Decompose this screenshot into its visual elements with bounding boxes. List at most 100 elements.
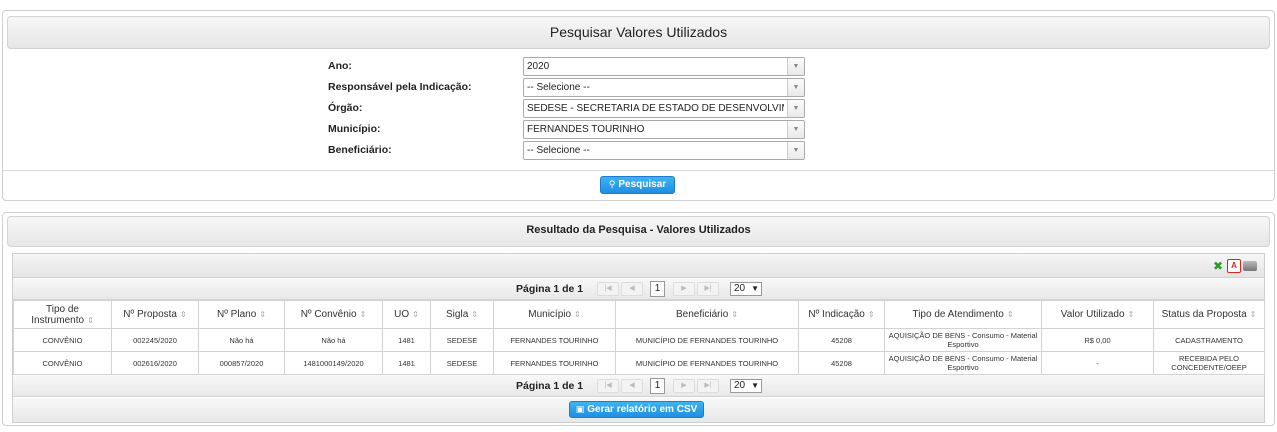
page-input[interactable]: 1: [650, 281, 665, 297]
grid-toolbar: ✖ A: [13, 254, 1264, 278]
chevron-down-icon: ▼: [787, 58, 804, 75]
column-header[interactable]: Nº Proposta ⇕: [111, 300, 199, 329]
table-cell: 1481: [382, 351, 431, 375]
csv-button-label: Gerar relatório em CSV: [587, 404, 698, 415]
beneficiario-select-value: -- Selecione --: [527, 145, 590, 156]
grid-footer: ▣ Gerar relatório em CSV: [13, 398, 1264, 422]
sort-icon: ⇕: [1006, 310, 1014, 319]
table-cell: 000857/2020: [198, 351, 285, 375]
table-cell: AQUISIÇÃO DE BENS - Consumo - Material E…: [884, 328, 1042, 352]
chevron-down-icon: ▼: [787, 121, 804, 138]
pager-text: Página 1 de 1: [516, 380, 584, 392]
csv-icon: ▣: [575, 404, 585, 414]
table-cell: R$ 0,00: [1041, 328, 1154, 352]
sort-icon: ⇕: [731, 310, 738, 319]
page-size-select[interactable]: 20 ▼: [730, 282, 762, 296]
last-page-button[interactable]: ▶|: [697, 379, 719, 393]
chevron-down-icon: ▼: [787, 79, 804, 96]
responsavel-select[interactable]: -- Selecione -- ▼: [523, 78, 805, 97]
ano-label: Ano:: [328, 60, 352, 72]
search-button-label: Pesquisar: [618, 179, 667, 190]
first-page-button[interactable]: |◀: [597, 282, 619, 296]
chevron-down-icon: ▼: [751, 284, 759, 293]
first-page-button[interactable]: |◀: [597, 379, 619, 393]
sort-icon: ⇕: [412, 310, 419, 319]
header-row: Tipo de Instrumento ⇕ Nº Proposta ⇕ Nº Pla…: [13, 300, 1265, 329]
orgao-select-value: SEDESE - SECRETARIA DE ESTADO DE DESENVO…: [527, 103, 784, 114]
orgao-select[interactable]: SEDESE - SECRETARIA DE ESTADO DE DESENVO…: [523, 99, 805, 118]
prev-page-button[interactable]: ◀: [621, 282, 643, 296]
search-panel: Pesquisar Valores Utilizados Ano: 2020 ▼…: [2, 10, 1275, 201]
pager-text: Página 1 de 1: [516, 283, 584, 295]
column-header[interactable]: Sigla ⇕: [430, 300, 494, 329]
municipio-select-value: FERNANDES TOURINHO: [527, 124, 645, 135]
table-cell: CONVÊNIO: [13, 351, 112, 375]
table-cell: SEDESE: [430, 328, 494, 352]
result-panel: Resultado da Pesquisa - Valores Utilizad…: [2, 212, 1275, 426]
sort-icon: ⇕: [867, 310, 875, 319]
sort-icon: ⇕: [471, 310, 478, 319]
sort-icon: ⇕: [87, 315, 94, 325]
table-cell: 45208: [798, 328, 885, 352]
sort-icon: ⇕: [1249, 310, 1257, 319]
column-header[interactable]: Valor Utilizado ⇕: [1041, 300, 1154, 329]
responsavel-select-value: -- Selecione --: [527, 82, 590, 93]
table-cell: Não há: [198, 328, 285, 352]
column-header[interactable]: Beneficiário ⇕: [615, 300, 799, 329]
sort-icon: ⇕: [259, 310, 266, 319]
table-cell: SEDESE: [430, 351, 494, 375]
table-cell: Não há: [284, 328, 383, 352]
municipio-select[interactable]: FERNANDES TOURINHO ▼: [523, 120, 805, 139]
responsavel-label: Responsável pela Indicação:: [328, 81, 472, 93]
beneficiario-select[interactable]: -- Selecione -- ▼: [523, 141, 805, 160]
table-cell: AQUISIÇÃO DE BENS - Consumo - Material E…: [884, 351, 1042, 375]
print-icon[interactable]: [1243, 261, 1257, 271]
column-header[interactable]: Município ⇕: [493, 300, 616, 329]
table-row[interactable]: CONVÊNIO 002616/2020 000857/2020 1481000…: [13, 351, 1265, 375]
next-page-button[interactable]: ▶: [673, 379, 695, 393]
table-cell: 002245/2020: [111, 328, 199, 352]
page-title: Pesquisar Valores Utilizados: [549, 24, 728, 40]
table-cell: CONVÊNIO: [13, 328, 112, 352]
table-cell: 1481: [382, 328, 431, 352]
page-input[interactable]: 1: [650, 378, 665, 394]
chevron-down-icon: ▼: [751, 381, 759, 390]
pdf-export-icon[interactable]: A: [1227, 259, 1241, 273]
results-table: Tipo de Instrumento ⇕ Nº Proposta ⇕ Nº Pla…: [13, 300, 1265, 375]
search-button[interactable]: ⚲ Pesquisar: [600, 176, 675, 194]
excel-export-icon[interactable]: ✖: [1211, 259, 1225, 273]
last-page-button[interactable]: ▶|: [697, 282, 719, 296]
ano-select[interactable]: 2020 ▼: [523, 57, 805, 76]
csv-report-button[interactable]: ▣ Gerar relatório em CSV: [569, 401, 704, 418]
column-header[interactable]: Tipo de Atendimento ⇕: [884, 300, 1042, 329]
table-cell: FERNANDES TOURINHO: [493, 328, 616, 352]
sort-icon: ⇕: [574, 310, 581, 319]
page-size-value: 20: [734, 283, 746, 294]
table-cell: MUNICÍPIO DE FERNANDES TOURINHO: [615, 351, 799, 375]
table-cell: 002616/2020: [111, 351, 199, 375]
divider: [3, 170, 1274, 171]
pager-bottom: Página 1 de 1 |◀ ◀ 1 ▶ ▶| 20 ▼: [13, 375, 1264, 397]
column-header[interactable]: Nº Convênio ⇕: [284, 300, 383, 329]
table-cell: 1481000149/2020: [284, 351, 383, 375]
pager-top: Página 1 de 1 |◀ ◀ 1 ▶ ▶| 20 ▼: [13, 278, 1264, 300]
sort-icon: ⇕: [359, 310, 367, 319]
result-title: Resultado da Pesquisa - Valores Utilizad…: [526, 224, 751, 236]
result-header: Resultado da Pesquisa - Valores Utilizad…: [7, 216, 1270, 247]
page-size-select[interactable]: 20 ▼: [730, 379, 762, 393]
column-header[interactable]: Nº Indicação ⇕: [798, 300, 885, 329]
prev-page-button[interactable]: ◀: [621, 379, 643, 393]
chevron-down-icon: ▼: [787, 142, 804, 159]
table-row[interactable]: CONVÊNIO 002245/2020 Não há Não há 1481 …: [13, 328, 1265, 352]
table-cell: FERNANDES TOURINHO: [493, 351, 616, 375]
table-cell: 45208: [798, 351, 885, 375]
column-header[interactable]: Tipo de Instrumento ⇕: [13, 300, 112, 329]
next-page-button[interactable]: ▶: [673, 282, 695, 296]
table-cell: MUNICÍPIO DE FERNANDES TOURINHO: [615, 328, 799, 352]
column-header[interactable]: Status da Proposta ⇕: [1153, 300, 1265, 329]
results-grid: ✖ A Página 1 de 1 |◀ ◀ 1 ▶ ▶| 20 ▼ Tipo d…: [12, 253, 1265, 423]
column-header[interactable]: UO ⇕: [382, 300, 431, 329]
sort-icon: ⇕: [1127, 310, 1135, 319]
ano-select-value: 2020: [527, 61, 550, 72]
column-header[interactable]: Nº Plano ⇕: [198, 300, 285, 329]
